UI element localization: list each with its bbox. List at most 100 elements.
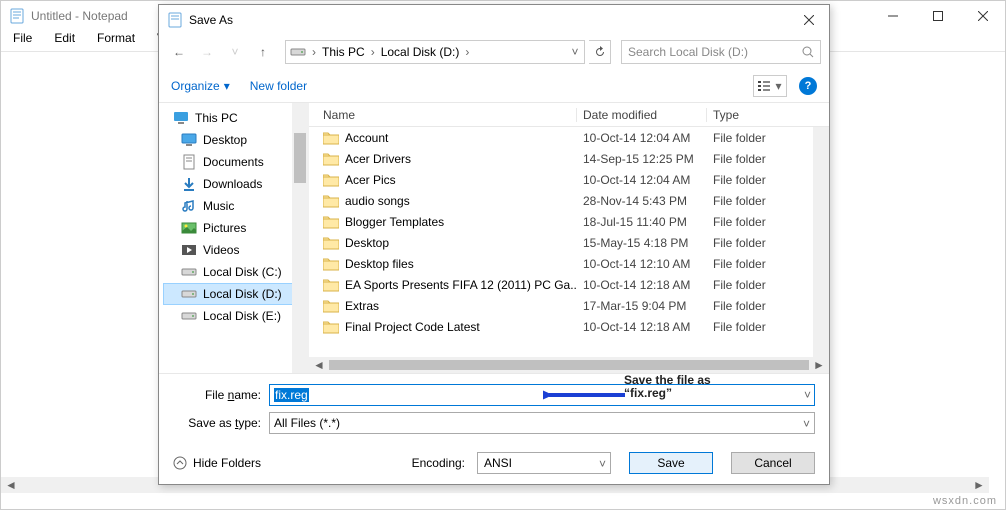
save-button[interactable]: Save bbox=[629, 452, 713, 474]
maximize-button[interactable] bbox=[915, 1, 960, 31]
tree-item-this-pc[interactable]: This PC bbox=[163, 107, 308, 129]
dialog-title: Save As bbox=[189, 13, 233, 27]
cancel-button[interactable]: Cancel bbox=[731, 452, 815, 474]
help-button[interactable]: ? bbox=[799, 77, 817, 95]
nav-recent-button[interactable]: ˅ bbox=[223, 40, 247, 64]
folder-icon bbox=[323, 131, 339, 145]
folder-tree[interactable]: This PCDesktopDocumentsDownloadsMusicPic… bbox=[159, 103, 309, 373]
drive-icon bbox=[290, 44, 306, 60]
refresh-button[interactable] bbox=[589, 40, 611, 64]
file-row[interactable]: Final Project Code Latest10-Oct-14 12:18… bbox=[309, 316, 829, 337]
tree-item-downloads[interactable]: Downloads bbox=[163, 173, 308, 195]
menu-format[interactable]: Format bbox=[93, 31, 139, 51]
breadcrumb-drive[interactable]: Local Disk (D:) bbox=[381, 45, 460, 59]
nav-forward-button[interactable]: → bbox=[195, 40, 219, 64]
list-view-icon bbox=[758, 81, 772, 91]
dialog-titlebar: Save As bbox=[159, 5, 829, 35]
desktop-icon bbox=[181, 132, 197, 148]
file-row[interactable]: Extras17-Mar-15 9:04 PMFile folder bbox=[309, 295, 829, 316]
folder-icon bbox=[323, 236, 339, 250]
file-row[interactable]: EA Sports Presents FIFA 12 (2011) PC Ga.… bbox=[309, 274, 829, 295]
file-row[interactable]: Account10-Oct-14 12:04 AMFile folder bbox=[309, 127, 829, 148]
dialog-close-button[interactable] bbox=[789, 5, 829, 35]
folder-icon bbox=[323, 278, 339, 292]
videos-icon bbox=[181, 242, 197, 258]
filename-input[interactable]: fix.reg bbox=[269, 384, 815, 406]
filename-label: File name: bbox=[173, 388, 269, 402]
chevron-down-icon: ▾ bbox=[224, 79, 230, 93]
close-icon bbox=[804, 15, 814, 25]
folder-icon bbox=[323, 173, 339, 187]
save-as-dialog: Save As ← → ˅ ↑ › This PC › Local Disk (… bbox=[158, 4, 830, 485]
scroll-right-icon[interactable]: ► bbox=[971, 477, 987, 493]
monitor-icon bbox=[173, 110, 189, 126]
notepad-icon bbox=[167, 12, 183, 28]
file-row[interactable]: Acer Pics10-Oct-14 12:04 AMFile folder bbox=[309, 169, 829, 190]
filetype-select[interactable]: All Files (*.*) ˅ bbox=[269, 412, 815, 434]
folder-icon bbox=[323, 257, 339, 271]
tree-scrollbar[interactable] bbox=[292, 103, 308, 373]
breadcrumb-root[interactable]: This PC bbox=[322, 45, 365, 59]
close-button[interactable] bbox=[960, 1, 1005, 31]
column-type[interactable]: Type bbox=[707, 108, 829, 122]
tree-item-local-disk-e-[interactable]: Local Disk (E:) bbox=[163, 305, 308, 327]
address-dropdown-icon[interactable]: ˅ bbox=[566, 45, 584, 59]
disk-icon bbox=[181, 286, 197, 302]
file-row[interactable]: Desktop files10-Oct-14 12:10 AMFile fold… bbox=[309, 253, 829, 274]
chevron-right-icon: › bbox=[465, 45, 469, 59]
menu-edit[interactable]: Edit bbox=[50, 31, 79, 51]
address-bar[interactable]: › This PC › Local Disk (D:) › ˅ bbox=[285, 40, 585, 64]
new-folder-button[interactable]: New folder bbox=[250, 79, 307, 93]
list-hscrollbar[interactable]: ◄ ► bbox=[309, 357, 829, 373]
encoding-label: Encoding: bbox=[412, 456, 465, 470]
menu-file[interactable]: File bbox=[9, 31, 36, 51]
chevron-right-icon: › bbox=[312, 45, 316, 59]
disk-icon bbox=[181, 264, 197, 280]
new-folder-label: New folder bbox=[250, 79, 307, 93]
search-placeholder: Search Local Disk (D:) bbox=[628, 45, 748, 59]
file-row[interactable]: Acer Drivers14-Sep-15 12:25 PMFile folde… bbox=[309, 148, 829, 169]
tree-item-documents[interactable]: Documents bbox=[163, 151, 308, 173]
list-vscrollbar[interactable] bbox=[813, 127, 829, 357]
music-icon bbox=[181, 198, 197, 214]
scroll-left-icon[interactable]: ◄ bbox=[311, 357, 327, 373]
organize-button[interactable]: Organize ▾ bbox=[171, 79, 230, 93]
file-row[interactable]: audio songs28-Nov-14 5:43 PMFile folder bbox=[309, 190, 829, 211]
watermark: wsxdn.com bbox=[933, 495, 997, 507]
encoding-select[interactable]: ANSI ˅ bbox=[477, 452, 611, 474]
pictures-icon bbox=[181, 220, 197, 236]
file-row[interactable]: Desktop15-May-15 4:18 PMFile folder bbox=[309, 232, 829, 253]
dialog-toolbar: Organize ▾ New folder ▾ ? bbox=[159, 69, 829, 103]
folder-icon bbox=[323, 320, 339, 334]
scroll-right-icon[interactable]: ► bbox=[811, 357, 827, 373]
search-input[interactable]: Search Local Disk (D:) bbox=[621, 40, 821, 64]
column-date[interactable]: Date modified bbox=[577, 108, 707, 122]
tree-item-pictures[interactable]: Pictures bbox=[163, 217, 308, 239]
tree-item-desktop[interactable]: Desktop bbox=[163, 129, 308, 151]
list-header[interactable]: Name Date modified Type bbox=[309, 103, 829, 127]
notepad-icon bbox=[9, 8, 25, 24]
notepad-title: Untitled - Notepad bbox=[31, 9, 128, 23]
column-name[interactable]: Name bbox=[317, 108, 577, 122]
disk-icon bbox=[181, 308, 197, 324]
hide-folders-button[interactable]: Hide Folders bbox=[173, 456, 261, 470]
nav-bar: ← → ˅ ↑ › This PC › Local Disk (D:) › ˅ … bbox=[159, 35, 829, 69]
save-form: File name: fix.reg ˅ Save as type: All F… bbox=[159, 374, 829, 446]
tree-item-local-disk-d-[interactable]: Local Disk (D:) bbox=[163, 283, 308, 305]
nav-back-button[interactable]: ← bbox=[167, 40, 191, 64]
tree-item-videos[interactable]: Videos bbox=[163, 239, 308, 261]
refresh-icon bbox=[594, 46, 606, 58]
tree-item-local-disk-c-[interactable]: Local Disk (C:) bbox=[163, 261, 308, 283]
downloads-icon bbox=[181, 176, 197, 192]
chevron-down-icon: ˅ bbox=[803, 417, 810, 431]
tree-item-music[interactable]: Music bbox=[163, 195, 308, 217]
minimize-button[interactable] bbox=[870, 1, 915, 31]
scroll-left-icon[interactable]: ◄ bbox=[3, 477, 19, 493]
hide-folders-label: Hide Folders bbox=[193, 456, 261, 470]
search-icon bbox=[802, 46, 814, 58]
chevron-down-icon: ˅ bbox=[599, 457, 606, 471]
file-row[interactable]: Blogger Templates18-Jul-15 11:40 PMFile … bbox=[309, 211, 829, 232]
folder-icon bbox=[323, 299, 339, 313]
nav-up-button[interactable]: ↑ bbox=[251, 40, 275, 64]
view-options-button[interactable]: ▾ bbox=[753, 75, 787, 97]
